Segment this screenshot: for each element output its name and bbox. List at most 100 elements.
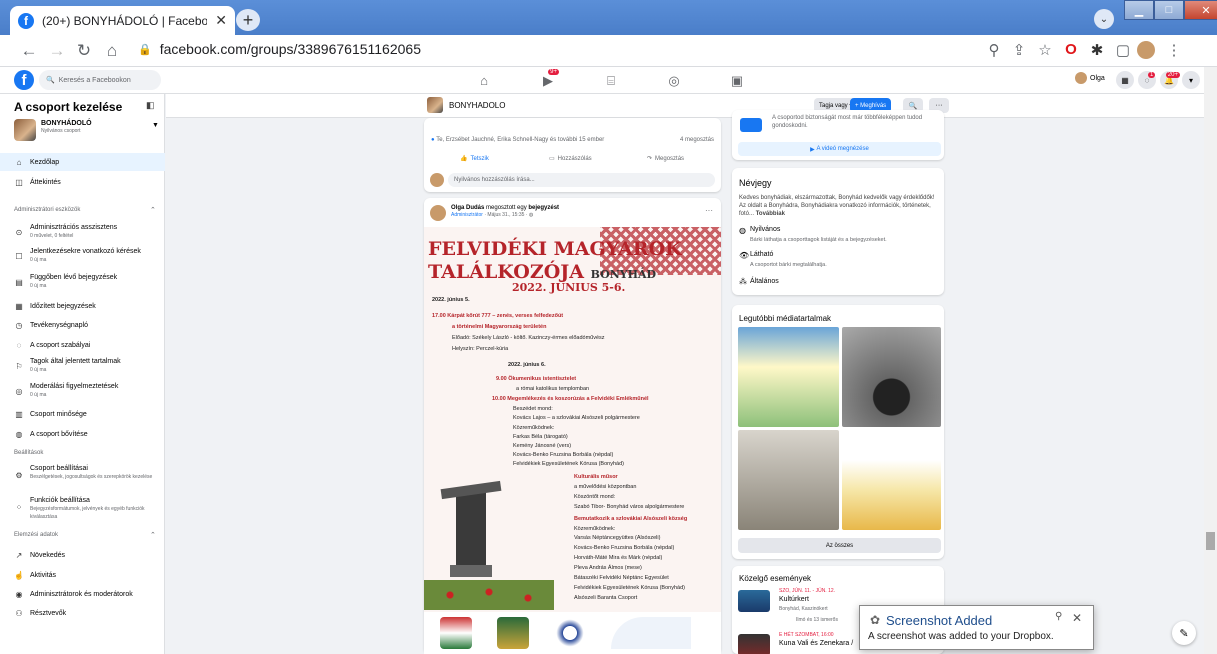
see-all-media-button[interactable]: Az összes [738, 538, 941, 553]
sidebar-item-admins[interactable]: ◉ Adminisztrátorok és moderátorok [0, 585, 165, 603]
poster-program-line: Bemutatkozik a szlovákiai Alsószeli közs… [574, 516, 688, 522]
zoom-icon[interactable]: ⚲ [983, 41, 1005, 59]
author-avatar[interactable] [430, 205, 446, 221]
notifications-icon[interactable]: 🔔 20+ [1160, 71, 1180, 89]
menu-grid-icon[interactable]: ▦ [1116, 71, 1134, 89]
sidebar-item-sub: 0 új ma [30, 283, 47, 289]
maximize-icon[interactable]: □ [1154, 0, 1184, 20]
nav-groups-icon[interactable]: ◎ [664, 73, 684, 89]
share-button[interactable]: ↷ Megosztás [647, 155, 684, 163]
scrollbar-thumb[interactable] [1206, 532, 1215, 550]
group-header-name[interactable]: BONYHADOLO [449, 101, 505, 110]
media-thumbnail[interactable] [842, 430, 941, 530]
sidebar-item-features[interactable]: ⁘ Funkciók beállítása Bejegyzésformátumok,… [0, 497, 165, 523]
collapse-chevron-icon[interactable]: ⌃ [150, 206, 156, 214]
new-tab-button[interactable]: + [236, 9, 260, 31]
shares-count[interactable]: 4 megosztás [680, 137, 714, 143]
new-message-icon[interactable]: ✎ [1172, 621, 1196, 645]
sidebar-item-reported[interactable]: ⚐ Tagok által jelentett tartalmak 0 új ma [0, 356, 165, 376]
sidebar-item-label: Áttekintés [30, 178, 61, 186]
association-logo [497, 617, 529, 649]
event-thumbnail[interactable] [738, 634, 770, 654]
facebook-search-input[interactable]: 🔍 Keresés a Facebookon [39, 70, 161, 90]
tab-close-icon[interactable]: ✕ [215, 12, 227, 29]
event-thumbnail[interactable] [738, 590, 770, 612]
reload-icon[interactable]: ↻ [73, 41, 95, 61]
shared-post-link[interactable]: bejegyzést [528, 205, 559, 211]
profile-shortcut[interactable]: Olga [1075, 72, 1105, 84]
account-chevron-icon[interactable]: ▾ [1182, 71, 1200, 89]
back-icon[interactable]: ← [18, 41, 40, 61]
browser-tab[interactable]: f (20+) BONYHÁDOLÓ | Facebook ✕ [10, 6, 235, 35]
media-thumbnail[interactable] [842, 327, 941, 427]
sidebar-item-scheduled[interactable]: ▦ Időzített bejegyzések [0, 297, 165, 315]
sidebar-item-admin-assistant[interactable]: ⊙ Adminisztrációs asszisztens 0 művelet, 0… [0, 222, 165, 242]
general-label: Általános [750, 278, 779, 285]
collapse-chevron-icon[interactable]: ⌃ [150, 531, 156, 539]
reactions-summary[interactable]: ● Te, Erzsébet Jauchné, Erika Schnell-Na… [431, 137, 604, 143]
sidebar-item-grow[interactable]: ◍ A csoport bővítése [0, 425, 165, 443]
sidebar-item-rules[interactable]: ◌ A csoport szabályai [0, 336, 165, 354]
post-options-icon[interactable]: ··· [705, 206, 713, 215]
post-date[interactable]: Május 31., 15:35 [487, 212, 524, 218]
facebook-logo-icon[interactable]: f [14, 70, 34, 90]
sidebar-item-growth[interactable]: ↗ Növekedés [0, 546, 165, 564]
sidebar-item-label: Adminisztrációs asszisztens [30, 224, 118, 231]
sidebar-item-home[interactable]: ⌂ Kezdőlap [0, 153, 165, 171]
event-date: SZO, JÚN. 11. - JÚN. 12. [779, 588, 836, 594]
sidebar-item-log[interactable]: ◷ Tevékenységnapló [0, 316, 165, 334]
profile-avatar[interactable] [1137, 41, 1155, 59]
media-thumbnail[interactable] [738, 430, 839, 530]
sidebar-item-members[interactable]: ⚇ Résztvevők [0, 604, 165, 622]
poster-program-line: Szabó Tibor- Bonyhád város alpolgármeste… [574, 504, 685, 510]
page-scrollbar[interactable] [1204, 67, 1217, 654]
sidebar-item-quality[interactable]: ▥ Csoport minősége [0, 405, 165, 423]
author-name[interactable]: Olga Dudás [451, 205, 484, 211]
side-panel-icon[interactable]: ▢ [1112, 41, 1134, 59]
poster-date: 2022. JÚNIUS 5-6. [512, 281, 626, 294]
sidebar-item-overview[interactable]: ◫ Áttekintés [0, 173, 165, 191]
close-window-icon[interactable]: ✕ [1184, 0, 1217, 20]
group-switcher[interactable]: BONYHÁDOLÓ Nyilvános csoport [14, 119, 92, 141]
home-icon[interactable]: ⌂ [101, 41, 123, 61]
nav-marketplace-icon[interactable]: ⌸ [601, 73, 621, 89]
tab-title: (20+) BONYHÁDOLÓ | Facebook [42, 13, 208, 28]
tab-search-icon[interactable]: ⌄ [1094, 9, 1114, 29]
rules-icon: ◌ [16, 340, 22, 350]
opera-icon[interactable]: O [1060, 41, 1082, 58]
sidebar-item-sub: 0 új ma [30, 367, 47, 373]
like-button[interactable]: 👍 Tetszik [460, 155, 489, 163]
share-icon[interactable]: ⇪ [1008, 41, 1030, 59]
comment-button[interactable]: ▭ Hozzászólás [549, 155, 592, 163]
poster-program-line: Felvidékiek Egyesületének Kórusa (Bonyhá… [574, 585, 685, 591]
nav-home-icon[interactable]: ⌂ [474, 73, 494, 88]
address-bar[interactable]: 🔒 facebook.com/groups/3389676151162065 [138, 41, 421, 57]
watch-video-button[interactable]: ▶ A videó megnézése [738, 142, 941, 156]
pin-icon[interactable]: ⚲ [1055, 611, 1062, 622]
members-icon: ⚇ [15, 608, 23, 618]
event-title[interactable]: Kuna Vali és Zenekara / [779, 640, 853, 647]
browser-menu-icon[interactable]: ⋮ [1163, 41, 1185, 59]
nav-gaming-icon[interactable]: ▣ [727, 73, 747, 89]
event-interested: Ilmó és 13 ismerős [796, 617, 838, 623]
comment-input[interactable]: Nyilvános hozzászólás írása... [448, 173, 715, 187]
sidebar-item-label: Moderálási figyelmeztetések [30, 383, 119, 390]
sidebar-item-activity[interactable]: ☝ Aktivitás [0, 566, 165, 584]
event-title[interactable]: Kultúrkert [779, 596, 809, 603]
forward-icon[interactable]: → [46, 41, 68, 61]
sidebar-item-group-settings[interactable]: ⚙ Csoport beállításai Beszélgetések, jogos… [0, 465, 165, 491]
extensions-icon[interactable]: ✱ [1086, 41, 1108, 59]
media-thumbnail[interactable] [738, 327, 839, 427]
toast-close-icon[interactable]: ✕ [1072, 611, 1082, 625]
minimize-icon[interactable]: ▁ [1124, 0, 1154, 20]
sidebar-item-moderation-alerts[interactable]: ◎ Moderálási figyelmeztetések 0 új ma [0, 381, 165, 401]
sidebar-item-label: A csoport bővítése [30, 430, 88, 438]
sidebar-item-pending[interactable]: ▤ Függőben lévő bejegyzések 0 új ma [0, 272, 165, 292]
nav-watch-icon[interactable]: ▶ 9+ [538, 69, 559, 89]
messenger-icon[interactable]: ◌ 1 [1138, 71, 1156, 89]
see-more-link[interactable]: Továbbiak [756, 211, 785, 217]
sidebar-collapse-icon[interactable]: ◧ [146, 100, 155, 111]
group-dropdown-icon[interactable]: ▼ [152, 122, 159, 129]
bookmark-star-icon[interactable]: ☆ [1034, 41, 1056, 59]
sidebar-item-requests[interactable]: ☐ Jelentkezésekre vonatkozó kérések 0 új m… [0, 246, 165, 266]
